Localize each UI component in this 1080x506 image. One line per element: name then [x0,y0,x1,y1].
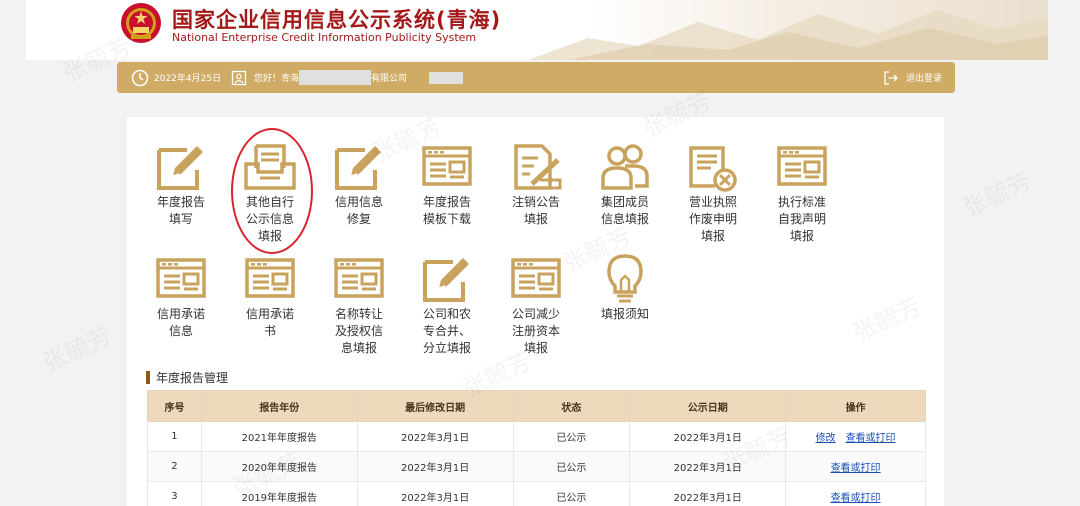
logout-label: 退出登录 [906,74,943,84]
pencil-doc-icon [335,144,383,190]
tile-capital-reduction[interactable]: 公司减少 注册资本 填报 [494,252,578,357]
tile-label: 注销公告 填报 [511,195,560,226]
national-emblem-icon [121,3,161,43]
cell-published: 2022年3月1日 [629,421,787,452]
col-header-no: 序号 [147,390,202,422]
view-print-link[interactable]: 查看或打印 [831,493,881,504]
col-header-status: 状态 [512,390,631,422]
tile-credit-commitment-info[interactable]: 信用承诺 信息 [139,252,223,340]
tile-label: 信用承诺 信息 [156,307,205,338]
cell-actions: 查看或打印 [785,481,926,506]
lightbulb-icon [607,254,643,303]
form-icon [511,258,561,298]
cell-modified: 2022年3月1日 [356,481,514,506]
clock-icon [131,69,149,86]
tile-group-members[interactable]: 集团成员 信息填报 [583,140,667,228]
cell-no: 1 [147,421,202,452]
doc-slash-icon [508,140,564,192]
greeting-suffix: 有限公司 [371,74,408,84]
form-icon [156,258,206,298]
tile-label: 信用信息 修复 [334,195,383,226]
form-icon [245,258,295,298]
redacted-company-name [299,70,372,85]
logout-button[interactable]: 退出登录 [883,62,942,93]
tile-standard-declaration[interactable]: 执行标准 自我声明 填报 [760,140,844,245]
date-display: 2022年4月25日 [131,62,221,93]
tile-credit-repair[interactable]: 信用信息 修复 [317,140,401,228]
cell-year: 2019年年度报告 [200,481,358,506]
table-header-row: 序号 报告年份 最后修改日期 状态 公示日期 操作 [147,390,926,422]
tile-cancellation-notice[interactable]: 注销公告 填报 [494,140,578,228]
tile-label: 营业执照 作废申明 填报 [688,195,737,243]
tile-label: 年度报告 填写 [156,195,205,226]
cell-published: 2022年3月1日 [629,451,787,482]
tile-label: 公司减少 注册资本 填报 [511,307,560,355]
greeting: 您好！青海 有限公司 [231,62,464,93]
site-title: 国家企业信用信息公示系统(青海) [172,8,502,32]
group-icon [601,144,649,190]
col-header-actions: 操作 [785,390,926,422]
watermark-text: 张毓芳 [956,161,1036,223]
tile-template-download[interactable]: 年度报告 模板下载 [405,140,489,228]
table-row: 1 2021年年度报告 2022年3月1日 已公示 2022年3月1日 修改 查看… [147,421,926,452]
section-marker [146,371,150,384]
cell-modified: 2022年3月1日 [356,421,514,452]
site-subtitle: National Enterprise Credit Information P… [172,31,477,44]
tile-label: 填报须知 [600,307,649,321]
view-print-link[interactable]: 查看或打印 [846,433,896,444]
tile-label: 公司和农 专合并、 分立填报 [422,307,471,355]
tile-label: 信用承诺 书 [245,307,294,338]
site-header: 国家企业信用信息公示系统(青海) National Enterprise Cre… [26,0,1048,60]
cell-modified: 2022年3月1日 [356,451,514,482]
col-header-published: 公示日期 [629,390,787,422]
cell-published: 2022年3月1日 [629,481,787,506]
tile-label: 名称转让 及授权信 息填报 [334,307,383,355]
mountain-banner-decoration [528,10,1048,60]
cell-actions: 修改 查看或打印 [785,421,926,452]
greeting-prefix: 您好！青海 [254,74,300,84]
tile-label: 执行标准 自我声明 填报 [777,195,826,243]
cell-status: 已公示 [512,481,631,506]
cell-year: 2020年年度报告 [200,451,358,482]
section-title: 年度报告管理 [146,369,228,386]
col-header-year: 报告年份 [200,390,358,422]
form-icon [334,258,384,298]
cell-no: 2 [147,451,202,482]
redacted-username [429,71,464,84]
logout-icon [884,70,898,85]
watermark-text: 张毓芳 [36,316,116,378]
user-card-icon [231,70,247,85]
annual-report-table: 序号 报告年份 最后修改日期 状态 公示日期 操作 1 2021年年度报告 20… [147,390,926,506]
highlight-circle-annotation [231,128,313,254]
table-row: 3 2019年年度报告 2022年3月1日 已公示 2022年3月1日 查看或打… [147,481,926,506]
edit-link[interactable]: 修改 [816,433,836,444]
col-header-modified: 最后修改日期 [356,390,514,422]
tile-merger-split[interactable]: 公司和农 专合并、 分立填报 [405,252,489,357]
user-bar: 2022年4月25日 您好！青海 有限公司 退出登录 [117,62,955,93]
pencil-doc-icon [157,144,205,190]
cell-status: 已公示 [512,451,631,482]
doc-x-icon [689,146,737,192]
tile-name-transfer[interactable]: 名称转让 及授权信 息填报 [317,252,401,357]
cell-year: 2021年年度报告 [200,421,358,452]
form-icon [422,146,472,186]
tile-filing-instructions[interactable]: 填报须知 [583,252,667,323]
table-row: 2 2020年年度报告 2022年3月1日 已公示 2022年3月1日 查看或打… [147,451,926,482]
tile-label: 年度报告 模板下载 [422,195,471,226]
cell-actions: 查看或打印 [785,451,926,482]
pencil-doc-icon [423,256,471,302]
section-title-text: 年度报告管理 [156,371,229,385]
cell-no: 3 [147,481,202,506]
tile-annual-report-fill[interactable]: 年度报告 填写 [139,140,223,228]
form-icon [777,146,827,186]
cell-status: 已公示 [512,421,631,452]
tile-credit-commitment-letter[interactable]: 信用承诺 书 [228,252,312,340]
current-date: 2022年4月25日 [154,74,222,84]
view-print-link[interactable]: 查看或打印 [831,463,881,474]
tile-label: 集团成员 信息填报 [600,195,649,226]
tile-license-void[interactable]: 营业执照 作废申明 填报 [671,140,755,245]
